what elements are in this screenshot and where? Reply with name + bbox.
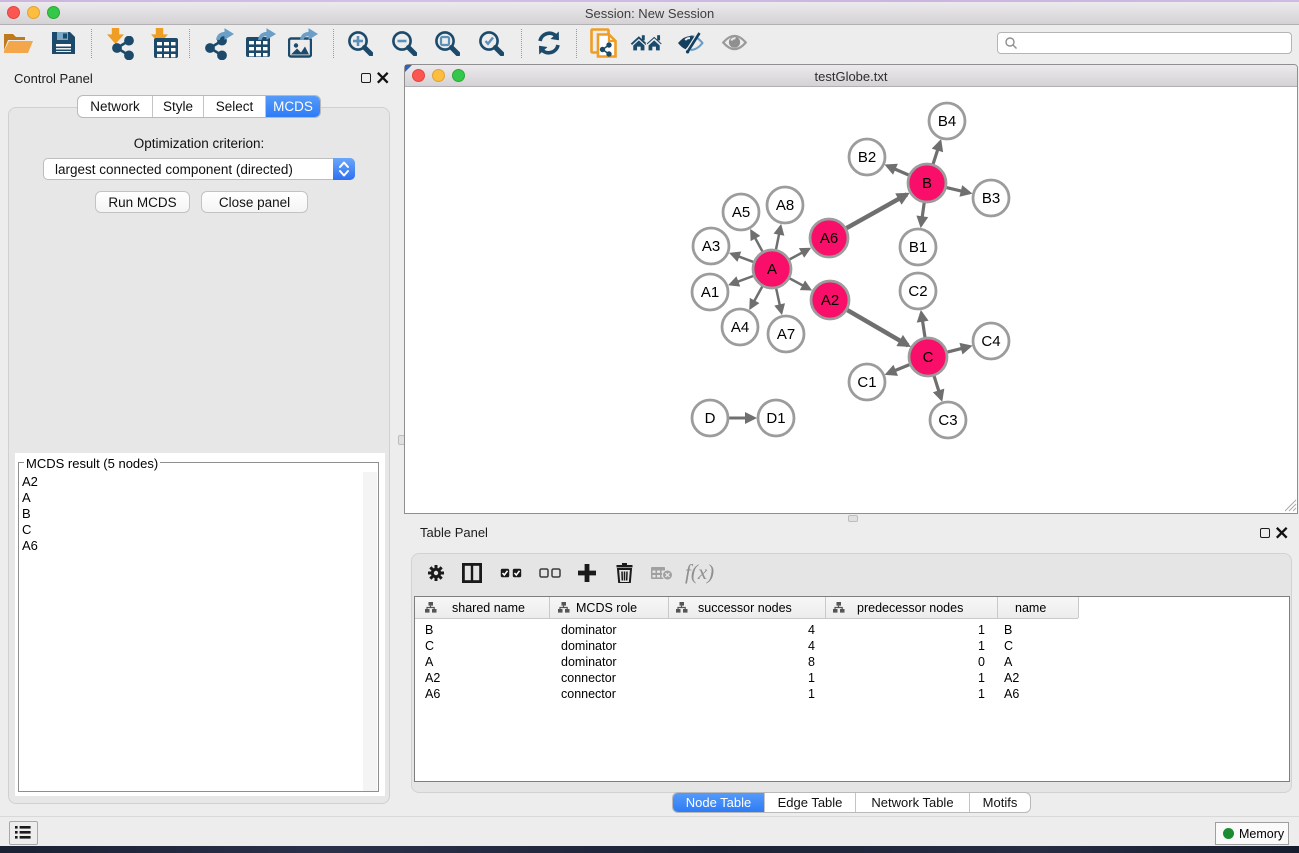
- svg-text:A4: A4: [731, 319, 749, 336]
- svg-text:A8: A8: [776, 197, 794, 214]
- svg-text:A7: A7: [777, 326, 795, 343]
- svg-text:A6: A6: [820, 230, 838, 247]
- svg-text:C4: C4: [981, 333, 1000, 350]
- svg-text:D1: D1: [766, 410, 785, 427]
- svg-text:B3: B3: [982, 190, 1000, 207]
- svg-text:A: A: [767, 261, 777, 278]
- svg-text:B4: B4: [938, 113, 956, 130]
- svg-text:A5: A5: [732, 204, 750, 221]
- svg-text:A2: A2: [821, 292, 839, 309]
- svg-text:C: C: [923, 349, 934, 366]
- svg-text:B: B: [922, 175, 932, 192]
- svg-text:C3: C3: [938, 412, 957, 429]
- svg-text:A3: A3: [702, 238, 720, 255]
- svg-text:C2: C2: [908, 283, 927, 300]
- svg-text:C1: C1: [857, 374, 876, 391]
- svg-text:A1: A1: [701, 284, 719, 301]
- svg-text:B1: B1: [909, 239, 927, 256]
- svg-text:B2: B2: [858, 149, 876, 166]
- svg-text:D: D: [705, 410, 716, 427]
